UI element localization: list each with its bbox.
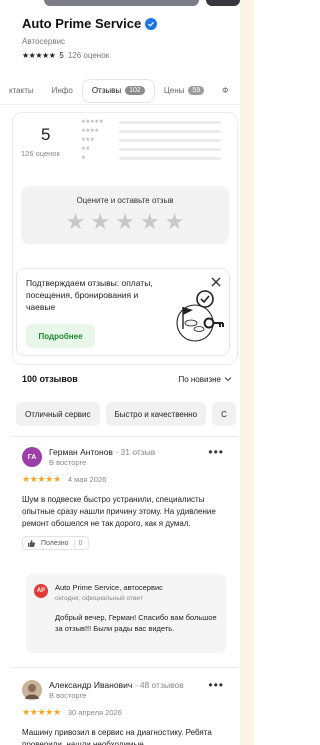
review-text: Шум в подвеске быстро устранили, специал… [22, 495, 216, 528]
business-category: Автосервис [22, 37, 66, 46]
tab-overview[interactable]: ктакты [0, 79, 43, 103]
distribution-bar [119, 129, 221, 133]
photo-strip [0, 0, 240, 6]
business-header: Auto Prime Service Автосервис ★★★★★ 5 12… [22, 16, 232, 60]
side-panel-edge [240, 0, 254, 745]
rating-distribution-row: ★★★★★ [81, 119, 221, 125]
useful-label: Полезно [41, 539, 69, 547]
rate-star-2[interactable]: ★ [90, 210, 110, 234]
review-item: ГА Герман Антонов · 31 отзыв В восторге … [22, 446, 234, 553]
tab-prices-label: Цены [163, 86, 185, 95]
distribution-stars: ★★★ [81, 137, 95, 143]
review-stars: ★★★★★ [22, 707, 61, 717]
verified-check-icon [145, 17, 158, 30]
tab-photos[interactable]: Ф [213, 79, 237, 103]
rate-star-picker: ★ ★ ★ ★ ★ [21, 210, 229, 234]
more-options-icon[interactable]: ••• [208, 446, 224, 458]
distribution-bar [119, 156, 221, 160]
tab-reviews-label: Отзывы [91, 86, 122, 95]
review-item: Александр Иванович · 48 отзывов В востор… [22, 679, 234, 745]
rate-star-5[interactable]: ★ [165, 210, 185, 234]
avatar[interactable]: ГА [22, 447, 42, 467]
sort-dropdown[interactable]: По новизне [178, 375, 232, 384]
rate-star-3[interactable]: ★ [115, 210, 135, 234]
reviewer-status: В восторге [49, 458, 87, 467]
business-name: Auto Prime Service [22, 16, 142, 31]
rating-distribution-row: ★★★ [81, 137, 221, 143]
rating-stars: ★★★★★ [22, 51, 56, 60]
chip-tag[interactable]: Отличный сервис [16, 402, 100, 426]
promo-more-button[interactable]: Подробнее [26, 324, 95, 348]
tab-info[interactable]: Инфо [43, 79, 82, 103]
reply-meta: сегодня, официальный ответ [55, 595, 143, 602]
rating-distribution-row: ★ [81, 155, 221, 161]
divider [12, 436, 238, 437]
rating-value: 5 [59, 51, 64, 60]
verified-reviews-promo: Подтверждаем отзывы: оплаты, посещения, … [16, 268, 230, 356]
photo-thumbnail[interactable] [44, 0, 199, 6]
more-options-icon[interactable]: ••• [208, 679, 224, 691]
reviews-list-header: 100 отзывов По новизне [22, 374, 232, 384]
rate-and-review-box: Оцените и оставьте отзыв ★ ★ ★ ★ ★ [21, 186, 229, 244]
tab-prices[interactable]: Цены 59 [155, 79, 213, 103]
reviews-total: 100 отзывов [22, 374, 78, 384]
divider [12, 667, 238, 668]
photo-thumbnail[interactable] [206, 0, 240, 6]
chevron-down-icon [224, 377, 232, 382]
distribution-stars: ★★ [81, 146, 90, 152]
reply-author[interactable]: Auto Prime Service, автосервис [55, 583, 163, 592]
prices-count-badge: 59 [188, 86, 205, 95]
avatar[interactable] [22, 680, 42, 700]
business-avatar: AP [34, 584, 48, 598]
distribution-bar [119, 147, 221, 151]
review-stars: ★★★★★ [22, 474, 61, 484]
reviewer-name[interactable]: Герман Антонов · 31 отзыв [49, 447, 155, 457]
score-count: 126 оценок [21, 149, 60, 158]
useful-count: 0 [73, 539, 82, 547]
rating-count: 126 оценок [67, 51, 110, 60]
review-tag-chips: Отличный сервис Быстро и качественно С [16, 402, 240, 428]
distribution-bar [119, 120, 221, 124]
promo-illustration-icon [176, 290, 224, 342]
user-photo-icon [25, 684, 39, 699]
thumbs-up-icon [28, 539, 36, 547]
rating-distribution-row: ★★★★ [81, 128, 221, 134]
distribution-bar [119, 138, 221, 142]
chip-tag[interactable]: Быстро и качественно [105, 402, 207, 426]
overall-score: 5 [41, 125, 51, 144]
rate-star-4[interactable]: ★ [140, 210, 160, 234]
reviewer-status: В восторге [49, 691, 87, 700]
useful-button[interactable]: Полезно 0 [22, 536, 90, 550]
distribution-stars: ★★★★★ [81, 119, 104, 125]
review-text: Машину привозил в сервис на диагностику.… [22, 728, 212, 745]
rating-distribution-row: ★★ [81, 146, 221, 152]
business-rating[interactable]: ★★★★★ 5 126 оценок [22, 51, 232, 60]
chip-tag[interactable]: С [212, 402, 236, 426]
reply-text: Добрый вечер, Герман! Спасибо вам большо… [55, 613, 217, 633]
reviews-count-badge: 102 [125, 86, 145, 95]
rate-star-1[interactable]: ★ [66, 210, 86, 234]
rate-prompt: Оцените и оставьте отзыв [76, 196, 174, 205]
review-date: 4 мая 2026 [67, 475, 107, 484]
tab-bar: ктакты Инфо Отзывы 102 Цены 59 Ф [0, 77, 240, 105]
promo-text: Подтверждаем отзывы: оплаты, посещения, … [26, 278, 153, 312]
business-reply: AP Auto Prime Service, автосервис сегодн… [26, 574, 226, 653]
review-date: 30 апреля 2026 [67, 708, 122, 717]
sort-label: По новизне [178, 374, 221, 384]
tab-reviews[interactable]: Отзывы 102 [81, 78, 155, 103]
reviewer-name[interactable]: Александр Иванович · 48 отзывов [49, 680, 184, 690]
distribution-stars: ★ [81, 155, 86, 161]
distribution-stars: ★★★★ [81, 128, 99, 134]
